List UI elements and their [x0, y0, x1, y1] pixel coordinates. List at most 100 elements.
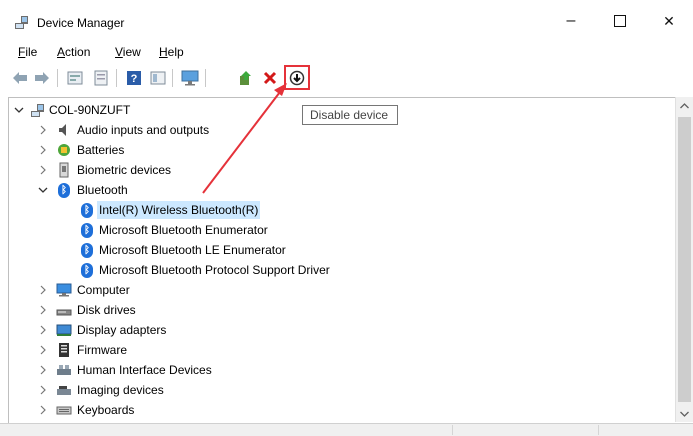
tree-item[interactable]: Batteries [9, 140, 649, 160]
tree-item-label: Disk drives [77, 303, 136, 317]
disk-icon [56, 302, 72, 318]
view-icon [150, 71, 166, 85]
window-title: Device Manager [37, 16, 125, 30]
chevron-right-icon[interactable] [37, 324, 49, 336]
help-icon: ? [127, 71, 141, 85]
tree-child-label: Intel(R) Wireless Bluetooth(R) [97, 201, 261, 219]
close-icon: ✕ [663, 12, 675, 29]
monitor-button[interactable] [180, 68, 200, 88]
tree-item[interactable]: Imaging devices [9, 380, 649, 400]
scan-icon [94, 70, 108, 86]
chevron-right-icon[interactable] [37, 404, 49, 416]
toolbar-separator [57, 69, 58, 87]
hid-icon [56, 362, 72, 378]
svg-text:?: ? [131, 73, 138, 85]
toolbar-separator [116, 69, 117, 87]
tree-item[interactable]: Computer [9, 280, 649, 300]
biometric-icon [56, 162, 72, 178]
help-button[interactable]: ? [124, 68, 144, 88]
chevron-right-icon[interactable] [37, 344, 49, 356]
toolbar: ? [0, 64, 693, 92]
speaker-icon [56, 122, 72, 138]
title-bar: Device Manager – ✕ [0, 0, 693, 40]
properties-button[interactable] [65, 68, 85, 88]
toolbar-separator [205, 69, 206, 87]
tree-item-label: Display adapters [77, 323, 167, 337]
tree-item-label: Biometric devices [77, 163, 172, 177]
scroll-down-icon[interactable] [676, 405, 693, 422]
tree-item-label: Imaging devices [77, 383, 164, 397]
tree-item-label: Audio inputs and outputs [77, 123, 210, 137]
status-divider [452, 425, 453, 435]
scan-button[interactable] [91, 68, 111, 88]
bluetooth-icon: ᛒ [56, 182, 72, 198]
back-button[interactable] [10, 68, 30, 88]
chevron-right-icon[interactable] [37, 304, 49, 316]
chevron-down-icon[interactable] [13, 104, 25, 116]
menu-help[interactable]: Help [159, 45, 184, 59]
tree-item[interactable]: Firmware [9, 340, 649, 360]
tree-child-item[interactable]: ᛒ Intel(R) Wireless Bluetooth(R) [9, 200, 649, 220]
tree-child-item[interactable]: ᛒ Microsoft Bluetooth LE Enumerator [9, 240, 649, 260]
chevron-right-icon[interactable] [37, 124, 49, 136]
maximize-button[interactable] [597, 6, 643, 36]
tree-item[interactable]: Keyboards [9, 400, 649, 420]
disable-device-tooltip: Disable device [302, 105, 398, 125]
close-button[interactable]: ✕ [646, 6, 692, 36]
tree-item[interactable]: Biometric devices [9, 160, 649, 180]
uninstall-button[interactable] [260, 68, 280, 88]
vertical-scrollbar[interactable] [675, 97, 693, 422]
computer-icon [56, 282, 72, 298]
tree-child-item[interactable]: ᛒ Microsoft Bluetooth Enumerator [9, 220, 649, 240]
menu-bar: File Action View Help [0, 42, 693, 62]
chevron-right-icon[interactable] [37, 364, 49, 376]
minimize-button[interactable]: – [548, 6, 594, 36]
tree-item[interactable]: Display adapters [9, 320, 649, 340]
tree-child-item[interactable]: ᛒ Microsoft Bluetooth Protocol Support D… [9, 260, 649, 280]
chevron-right-icon[interactable] [37, 144, 49, 156]
bluetooth-icon: ᛒ [79, 242, 95, 258]
monitor-icon [181, 70, 199, 86]
tree-child-label: Microsoft Bluetooth Protocol Support Dri… [99, 263, 330, 277]
minimize-icon: – [566, 12, 576, 29]
uninstall-icon [263, 71, 277, 85]
toolbar-separator [172, 69, 173, 87]
chevron-down-icon[interactable] [37, 184, 49, 196]
battery-icon [56, 142, 72, 158]
menu-action[interactable]: Action [57, 45, 90, 59]
view-button[interactable] [148, 68, 168, 88]
status-bar [0, 423, 693, 436]
chevron-right-icon[interactable] [37, 384, 49, 396]
device-manager-app-icon [14, 14, 30, 30]
update-driver-icon [240, 71, 251, 85]
back-icon [13, 72, 27, 84]
tree-item-label: Firmware [77, 343, 127, 357]
camera-icon [56, 382, 72, 398]
tree-child-label: Microsoft Bluetooth Enumerator [99, 223, 268, 237]
menu-view[interactable]: View [115, 45, 141, 59]
update-driver-button[interactable] [236, 68, 256, 88]
tree-item[interactable]: Human Interface Devices [9, 360, 649, 380]
tree-item-label: Computer [77, 283, 130, 297]
maximize-icon [614, 15, 626, 27]
tree-root-label: COL-90NZUFT [49, 103, 131, 117]
device-tree[interactable]: COL-90NZUFT Audio inputs and outputs Bat… [8, 97, 676, 424]
tree-item-label: Human Interface Devices [77, 363, 212, 377]
tree-item[interactable]: Disk drives [9, 300, 649, 320]
scroll-up-icon[interactable] [676, 97, 693, 114]
bluetooth-icon: ᛒ [79, 202, 95, 218]
forward-icon [35, 72, 49, 84]
display-icon [56, 322, 72, 338]
firmware-icon [56, 342, 72, 358]
computer-host-icon [30, 102, 46, 118]
chevron-right-icon[interactable] [37, 164, 49, 176]
scrollbar-thumb[interactable] [678, 117, 691, 402]
forward-button[interactable] [32, 68, 52, 88]
bluetooth-icon: ᛒ [79, 222, 95, 238]
properties-icon [67, 71, 83, 85]
keyboard-icon [56, 402, 72, 418]
tree-item-label: Batteries [77, 143, 125, 157]
chevron-right-icon[interactable] [37, 284, 49, 296]
menu-file[interactable]: File [18, 45, 37, 59]
tree-item[interactable]: ᛒ Bluetooth [9, 180, 649, 200]
